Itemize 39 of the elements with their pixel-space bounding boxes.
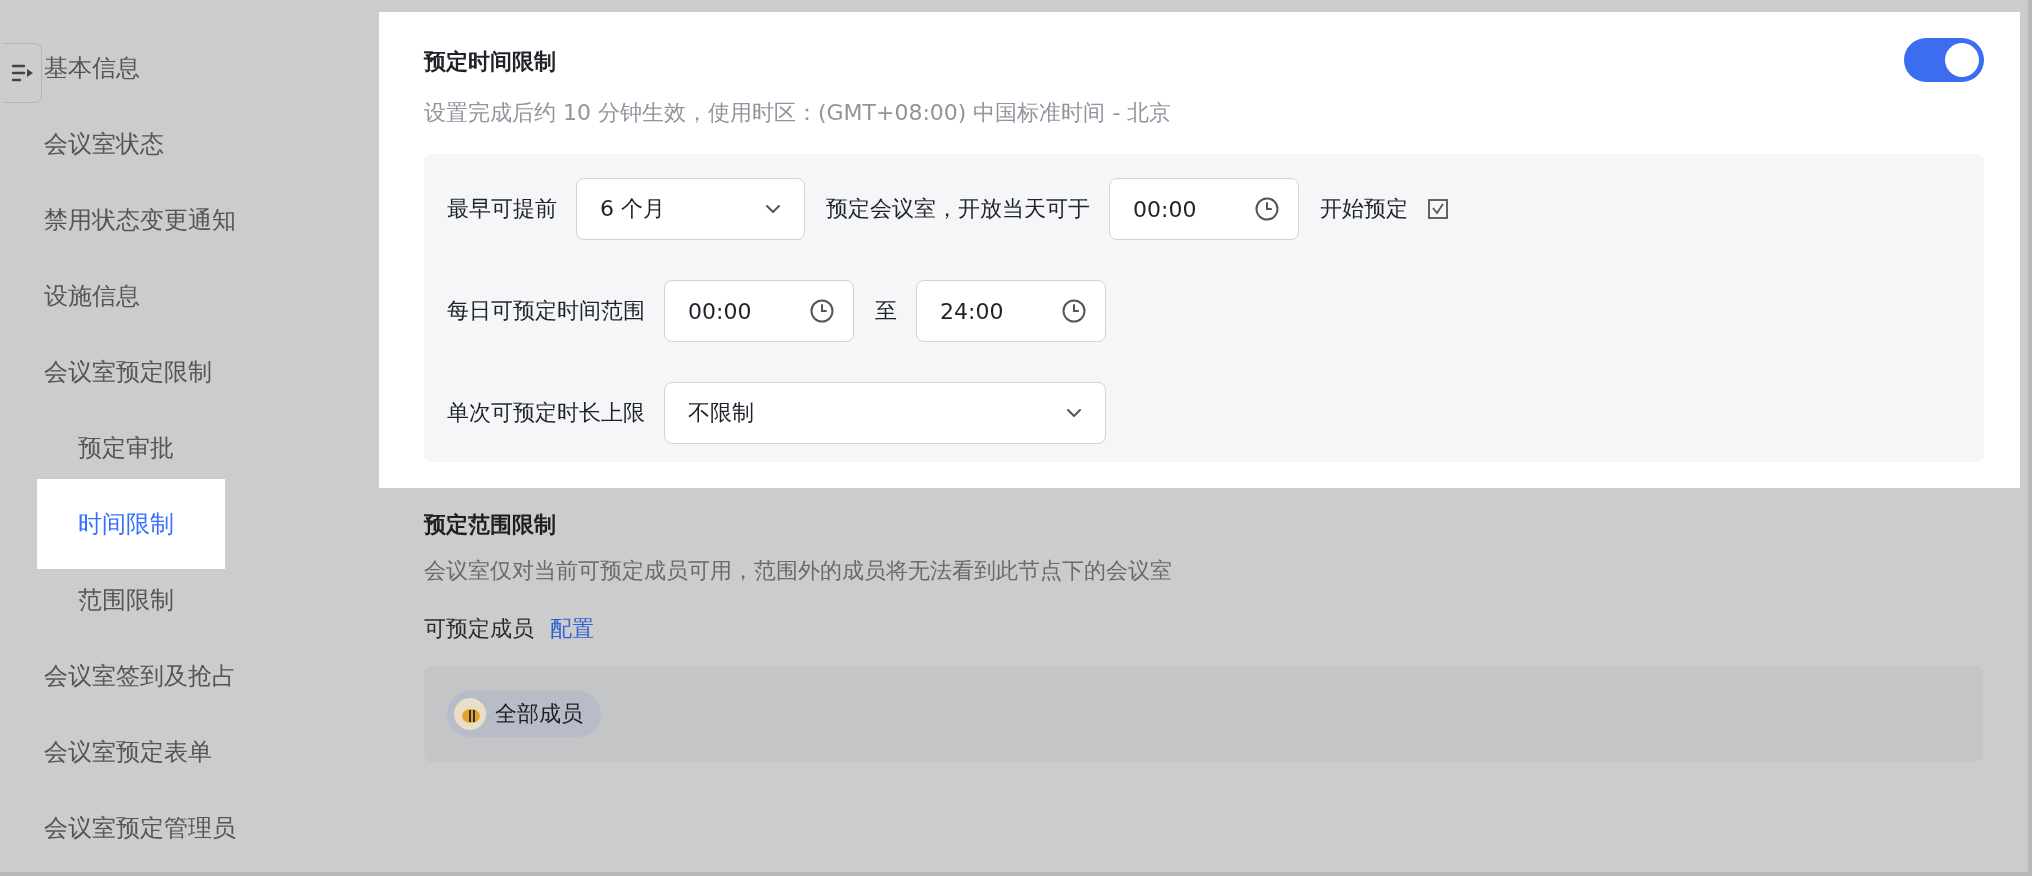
checkbox-square-icon [1427, 198, 1449, 220]
time-picker[interactable]: 00:00 [1109, 178, 1299, 240]
field-label: 至 [875, 297, 897, 325]
section-title: 预定范围限制 [424, 511, 557, 539]
members-label: 可预定成员 [424, 615, 534, 643]
toggle-switch[interactable] [1904, 38, 1984, 82]
sidebar-item[interactable]: 会议室签到及抢占 [44, 661, 236, 691]
field-label: 预定会议室，开放当天可于 [826, 195, 1090, 223]
clock-icon [809, 298, 835, 324]
field-label: 开始预定 [1320, 195, 1408, 223]
sidebar-item[interactable]: 设施信息 [44, 281, 140, 311]
sidebar-item[interactable]: 范围限制 [78, 585, 174, 615]
dropdown[interactable]: 不限制 [664, 382, 1106, 444]
sidebar-item[interactable]: 时间限制 [37, 479, 225, 569]
time-picker[interactable]: 24:00 [916, 280, 1106, 342]
chevron-down-icon [764, 202, 782, 216]
member-tag[interactable]: 全部成员 [447, 691, 601, 737]
section-description: 设置完成后约 10 分钟生效，使用时区：(GMT+08:00) 中国标准时间 - 北京 [424, 99, 1173, 127]
sidebar-item[interactable]: 预定审批 [78, 433, 174, 463]
field-label: 最早可提前 [447, 195, 557, 223]
section-title: 预定时间限制 [424, 48, 556, 76]
chevron-down-icon [1065, 406, 1083, 420]
menu-icon [10, 63, 35, 83]
sidebar-item[interactable]: 禁用状态变更通知 [44, 205, 236, 235]
time-picker[interactable]: 00:00 [664, 280, 854, 342]
sidebar-item[interactable]: 会议室状态 [44, 129, 164, 159]
section-description: 会议室仅对当前可预定成员可用，范围外的成员将无法看到此节点下的会议室 [424, 557, 1173, 585]
field-label: 每日可预定时间范围 [447, 297, 645, 325]
sidebar-item[interactable]: 会议室预定限制 [44, 357, 212, 387]
configure-link[interactable]: 配置 [550, 614, 594, 644]
clock-icon [1061, 298, 1087, 324]
sidebar-item[interactable]: 会议室预定管理员 [44, 813, 236, 843]
sidebar-item[interactable]: 基本信息 [44, 53, 140, 83]
clock-icon [1254, 196, 1280, 222]
dropdown[interactable]: 6 个月 [576, 178, 805, 240]
field-label: 单次可预定时长上限 [447, 399, 645, 427]
sidebar-item[interactable]: 会议室预定表单 [44, 737, 212, 767]
sidebar-toggle-button[interactable] [4, 43, 42, 103]
avatar-icon [453, 697, 487, 731]
